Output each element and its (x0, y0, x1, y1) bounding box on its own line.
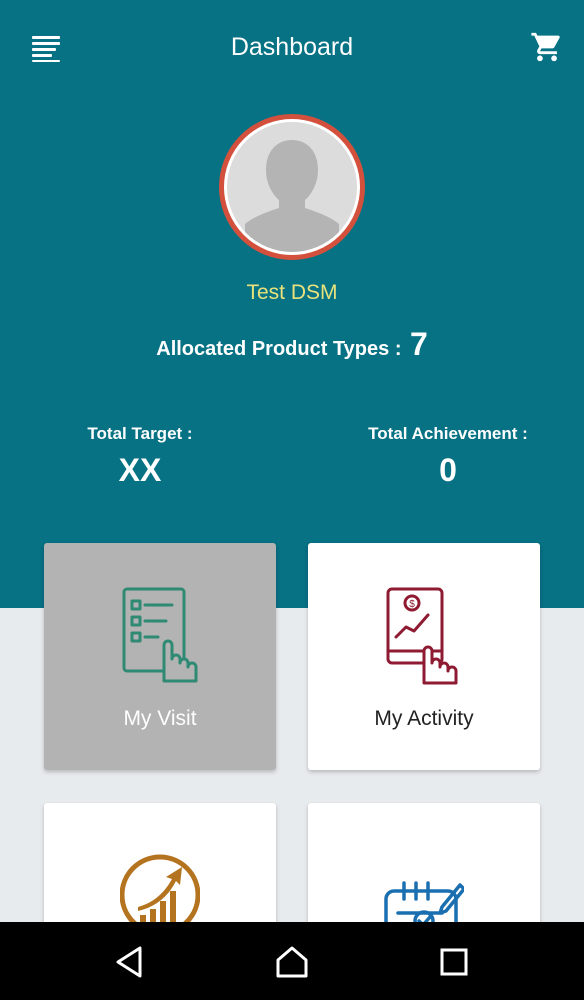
allocated-label: Allocated Product Types : (156, 338, 402, 360)
total-achievement: Total Achievement : 0 (328, 424, 568, 489)
home-icon[interactable] (272, 942, 312, 982)
recents-icon[interactable] (434, 942, 474, 982)
total-achievement-label: Total Achievement : (368, 424, 528, 443)
svg-text:$: $ (409, 599, 415, 610)
my-visit-label: My Visit (123, 707, 197, 730)
total-target: Total Target : XX (20, 424, 260, 489)
total-achievement-value: 0 (439, 452, 457, 488)
allocated-product-types: Allocated Product Types : 7 (0, 326, 584, 363)
page-title: Dashboard (230, 33, 354, 61)
back-icon[interactable] (110, 942, 150, 982)
my-activity-tile[interactable]: $ My Activity (308, 543, 540, 770)
my-activity-label: My Activity (374, 707, 474, 730)
avatar[interactable] (219, 114, 365, 260)
user-name: Test DSM (246, 281, 338, 304)
top-app-bar: Dashboard (0, 0, 584, 98)
total-target-label: Total Target : (87, 424, 193, 443)
checklist-hand-icon (122, 587, 198, 683)
my-visit-tile[interactable]: My Visit (44, 543, 276, 770)
cart-icon[interactable] (530, 30, 564, 64)
system-navigation-bar (0, 922, 584, 1000)
tablet-hand-icon: $ (386, 587, 458, 685)
total-target-value: XX (118, 452, 162, 488)
allocated-value: 7 (409, 326, 428, 362)
avatar-placeholder-icon (227, 122, 357, 252)
